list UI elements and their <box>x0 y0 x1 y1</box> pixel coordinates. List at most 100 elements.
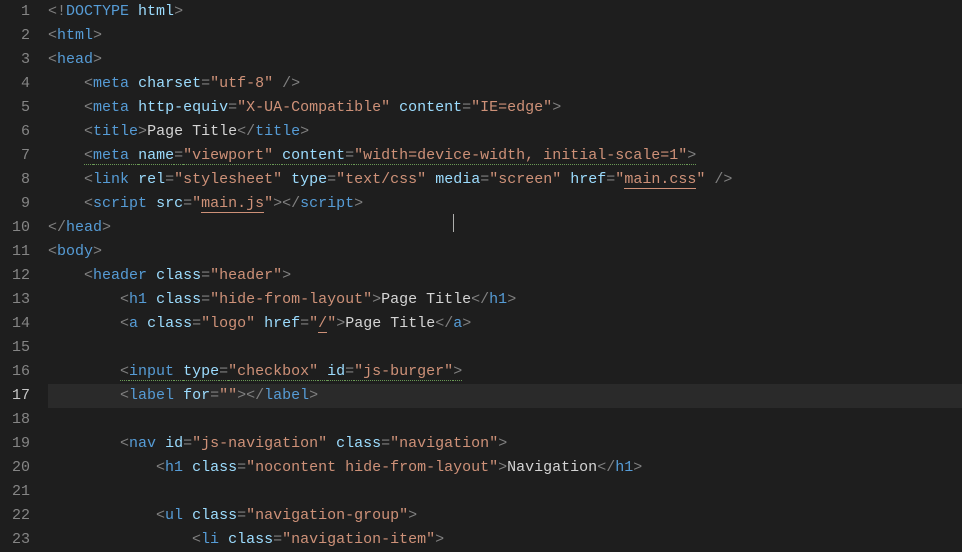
code-token: html <box>57 27 93 44</box>
code-line[interactable]: <link rel="stylesheet" type="text/css" m… <box>48 168 962 192</box>
line-number[interactable]: 5 <box>0 96 30 120</box>
code-line[interactable]: <nav id="js-navigation" class="navigatio… <box>48 432 962 456</box>
line-number[interactable]: 22 <box>0 504 30 528</box>
code-editor-area[interactable]: <!DOCTYPE html><html><head> <meta charse… <box>48 0 962 552</box>
code-token <box>129 3 138 20</box>
code-token: /> <box>282 75 300 92</box>
line-number[interactable]: 11 <box>0 240 30 264</box>
code-line[interactable]: <a class="logo" href="/">Page Title</a> <box>48 312 962 336</box>
code-token: a <box>129 315 138 332</box>
code-token <box>561 171 570 188</box>
code-token <box>129 75 138 92</box>
code-token: "js-navigation" <box>192 435 327 452</box>
code-line[interactable]: <!DOCTYPE html> <box>48 0 962 24</box>
code-line[interactable] <box>48 480 962 504</box>
code-token: > <box>507 291 516 308</box>
code-token: type <box>291 171 327 188</box>
code-token: h1 <box>129 291 147 308</box>
code-token <box>705 171 714 188</box>
code-token: </ <box>237 123 255 140</box>
code-line[interactable]: <meta http-equiv="X-UA-Compatible" conte… <box>48 96 962 120</box>
code-token: > <box>282 267 291 284</box>
code-token: = <box>345 363 354 381</box>
code-line[interactable]: <html> <box>48 24 962 48</box>
code-token: = <box>201 75 210 92</box>
code-token: = <box>381 435 390 452</box>
code-token: = <box>606 171 615 188</box>
code-token: = <box>210 387 219 404</box>
line-number[interactable]: 21 <box>0 480 30 504</box>
line-number[interactable]: 1 <box>0 0 30 24</box>
line-number[interactable]: 13 <box>0 288 30 312</box>
line-number[interactable]: 16 <box>0 360 30 384</box>
code-line[interactable] <box>48 408 962 432</box>
line-number[interactable]: 20 <box>0 456 30 480</box>
code-line[interactable]: <title>Page Title</title> <box>48 120 962 144</box>
code-token <box>48 267 84 284</box>
code-token: class <box>192 459 237 476</box>
code-token: < <box>84 123 93 140</box>
line-number[interactable]: 18 <box>0 408 30 432</box>
code-token: < <box>84 171 93 188</box>
line-number[interactable]: 6 <box>0 120 30 144</box>
code-token: a <box>453 315 462 332</box>
code-token: < <box>48 51 57 68</box>
code-line[interactable]: <li class="navigation-item"> <box>48 528 962 552</box>
code-token: "navigation-item" <box>282 531 435 548</box>
code-token: "js-burger" <box>354 363 453 381</box>
code-token: class <box>156 267 201 284</box>
line-number[interactable]: 9 <box>0 192 30 216</box>
code-token: > <box>372 291 381 308</box>
line-number[interactable]: 17 <box>0 384 30 408</box>
code-token: script <box>300 195 354 212</box>
code-token: = <box>165 171 174 188</box>
line-number[interactable]: 2 <box>0 24 30 48</box>
code-token: < <box>84 75 93 92</box>
code-token <box>426 171 435 188</box>
code-token: "navigation-group" <box>246 507 408 524</box>
code-line[interactable]: <h1 class="nocontent hide-from-layout">N… <box>48 456 962 480</box>
code-line[interactable]: <script src="main.js"></script> <box>48 192 962 216</box>
line-number[interactable]: 4 <box>0 72 30 96</box>
code-token: </ <box>435 315 453 332</box>
line-number[interactable]: 14 <box>0 312 30 336</box>
code-token: " <box>615 171 624 188</box>
code-line[interactable] <box>48 336 962 360</box>
code-line[interactable]: <header class="header"> <box>48 264 962 288</box>
code-token <box>48 531 192 548</box>
code-token: "hide-from-layout" <box>210 291 372 308</box>
code-token: li <box>201 531 219 548</box>
line-number[interactable]: 7 <box>0 144 30 168</box>
code-token: < <box>120 291 129 308</box>
code-token: = <box>192 315 201 332</box>
line-number[interactable]: 8 <box>0 168 30 192</box>
code-token: > <box>300 123 309 140</box>
line-number[interactable]: 23 <box>0 528 30 552</box>
line-number[interactable]: 10 <box>0 216 30 240</box>
code-line[interactable]: <body> <box>48 240 962 264</box>
code-line[interactable]: <meta charset="utf-8" /> <box>48 72 962 96</box>
code-token: nav <box>129 435 156 452</box>
code-token: > <box>435 531 444 548</box>
code-line[interactable]: <h1 class="hide-from-layout">Page Title<… <box>48 288 962 312</box>
code-token: " <box>696 171 705 188</box>
code-line[interactable]: </head> <box>48 216 962 240</box>
code-token: "header" <box>210 267 282 284</box>
code-token: media <box>435 171 480 188</box>
code-token <box>48 99 84 116</box>
line-number-gutter[interactable]: 1234567891011121314151617181920212223 <box>0 0 48 552</box>
code-line[interactable]: <label for=""></label> <box>48 384 962 408</box>
line-number[interactable]: 19 <box>0 432 30 456</box>
code-line[interactable]: <ul class="navigation-group"> <box>48 504 962 528</box>
line-number[interactable]: 12 <box>0 264 30 288</box>
line-number[interactable]: 3 <box>0 48 30 72</box>
code-line[interactable]: <input type="checkbox" id="js-burger"> <box>48 360 962 384</box>
code-line[interactable]: <meta name="viewport" content="width=dev… <box>48 144 962 168</box>
code-token <box>48 75 84 92</box>
code-token: > <box>498 459 507 476</box>
line-number[interactable]: 15 <box>0 336 30 360</box>
code-token: title <box>255 123 300 140</box>
code-token <box>183 459 192 476</box>
code-line[interactable]: <head> <box>48 48 962 72</box>
code-token: "stylesheet" <box>174 171 282 188</box>
